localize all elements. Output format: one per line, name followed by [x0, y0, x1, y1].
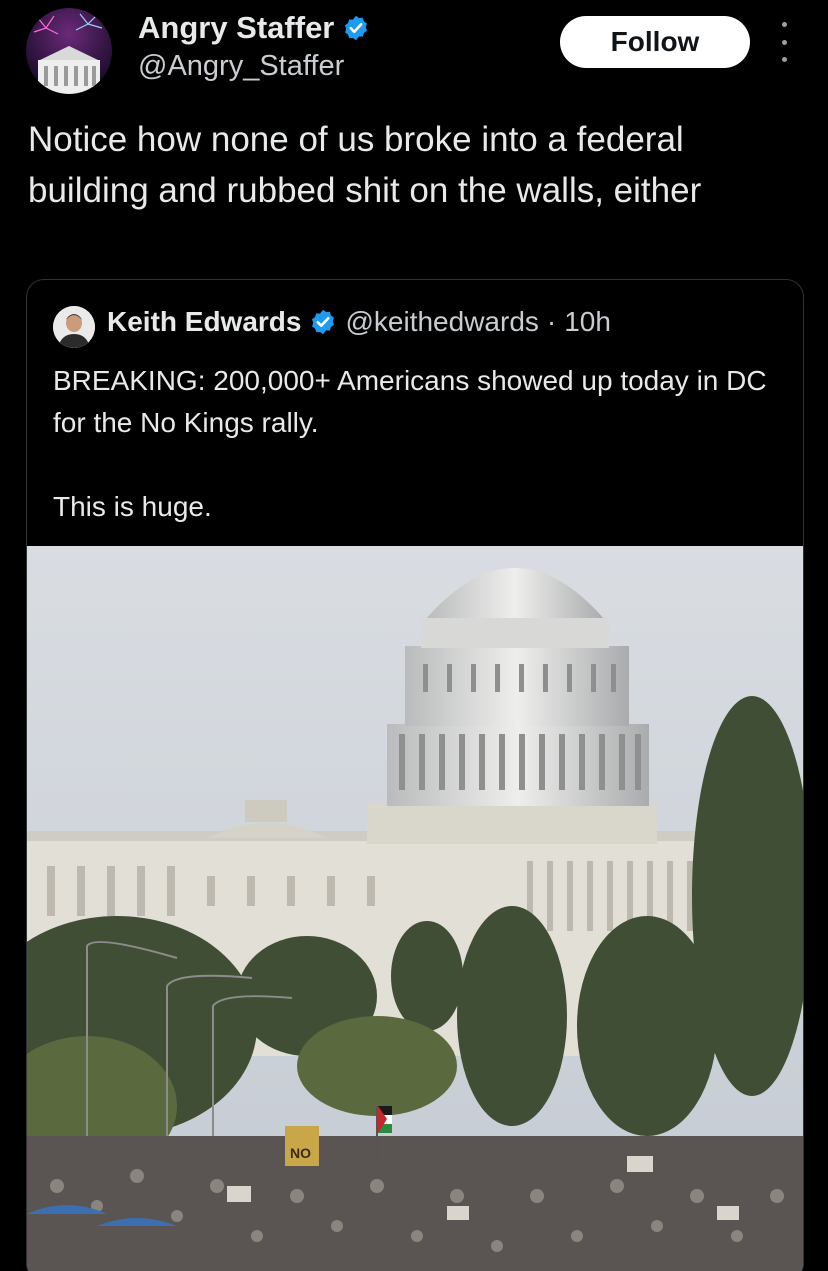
more-dot [781, 22, 787, 27]
quoted-author-avatar[interactable] [53, 306, 95, 348]
author-avatar[interactable] [26, 8, 112, 94]
verified-badge-icon [312, 309, 335, 335]
more-options-icon[interactable] [772, 22, 796, 62]
capitol-rally-photo[interactable]: NO [27, 546, 803, 1271]
more-dot [781, 57, 787, 62]
meta-separator: · [546, 306, 557, 337]
tweet-text: Notice how none of us broke into a feder… [28, 120, 702, 210]
verified-badge-icon [345, 15, 368, 41]
quoted-text-line: This is huge. [53, 491, 212, 522]
quoted-tweet-text: BREAKING: 200,000+ Americans showed up t… [53, 360, 783, 528]
quoted-author-name[interactable]: Keith Edwards [107, 306, 301, 338]
author-name[interactable]: Angry Staffer [138, 10, 334, 46]
rally-sign-text: NO [290, 1145, 311, 1161]
quoted-tweet-card[interactable]: Keith Edwards @keithedwards · 10h BREAKI… [26, 279, 804, 1271]
tweet-view: Angry Staffer @Angry_Staffer Follow Noti… [0, 0, 828, 1271]
white-house-fireworks-image [26, 8, 112, 94]
author-handle[interactable]: @Angry_Staffer [138, 50, 344, 83]
quoted-text-line: BREAKING: 200,000+ Americans showed up t… [53, 365, 767, 438]
follow-button[interactable]: Follow [560, 16, 750, 68]
quoted-author-handle[interactable]: @keithedwards [345, 306, 538, 338]
person-portrait-image [53, 306, 95, 348]
quoted-author-row[interactable]: Keith Edwards @keithedwards · 10h [107, 306, 611, 338]
author-name-row[interactable]: Angry Staffer [138, 10, 370, 46]
quoted-timestamp[interactable]: 10h [564, 306, 611, 338]
more-dot [781, 39, 787, 45]
